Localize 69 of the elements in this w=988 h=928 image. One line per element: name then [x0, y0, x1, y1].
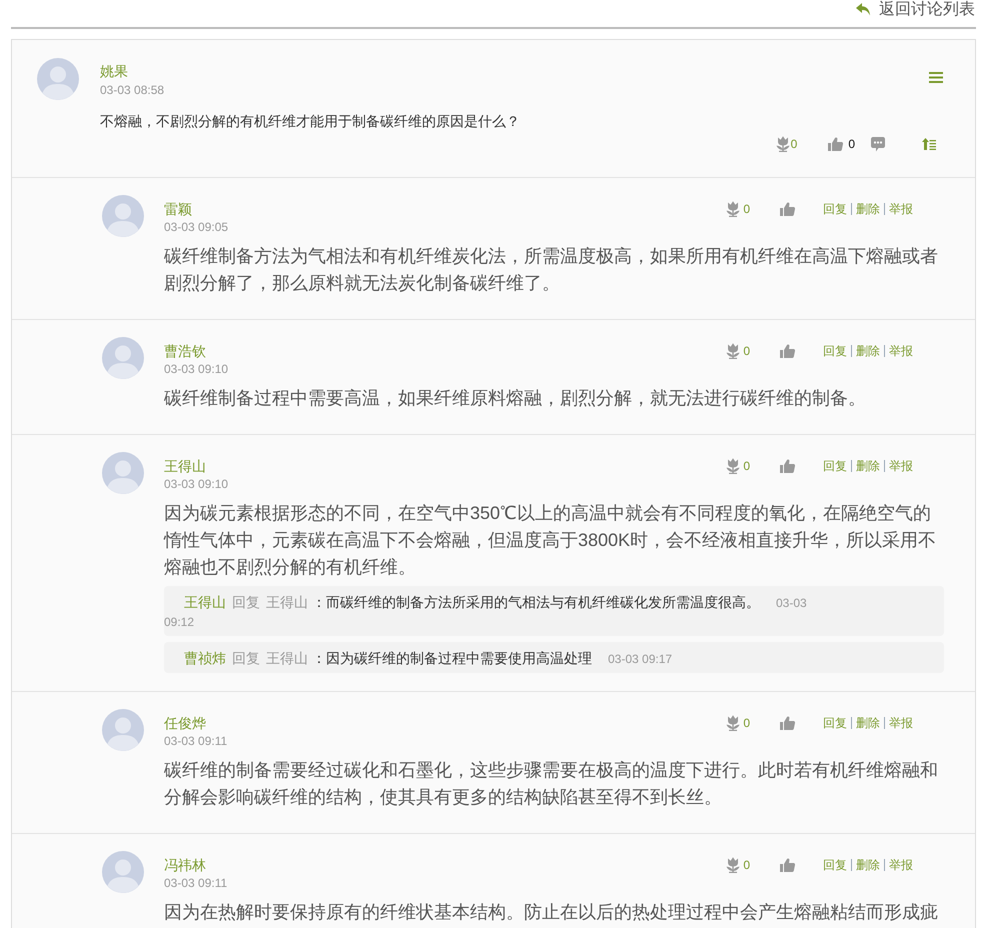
author-name[interactable]: 王得山 [184, 594, 226, 610]
report-link[interactable]: 举报 [889, 458, 913, 474]
menu-icon[interactable] [929, 72, 943, 83]
delete-link[interactable]: 删除 [856, 201, 880, 217]
author-name[interactable]: 王得山 [164, 457, 206, 475]
reply-link[interactable]: 回复 [823, 857, 847, 873]
author-name[interactable]: 曹祯炜 [184, 650, 226, 666]
thumbs-up-icon[interactable] [828, 137, 844, 151]
flower-count: 0 [743, 458, 750, 474]
post-time: 03-03 08:58 [100, 82, 164, 99]
report-link[interactable]: 举报 [889, 343, 913, 359]
flower-count: 0 [743, 857, 750, 873]
back-to-list-link[interactable]: 返回讨论列表 [856, 0, 976, 20]
author-name[interactable]: 姚果 [100, 61, 128, 81]
reply-link[interactable]: 回复 [823, 715, 847, 731]
flower-icon[interactable] [726, 458, 740, 474]
reply-text: 碳纤维制备过程中需要高温，如果纤维原料熔融，剧烈分解，就无法进行碳纤维的制备。 [164, 387, 867, 410]
reply-link[interactable]: 回复 [823, 343, 847, 359]
author-name[interactable]: 任俊烨 [164, 714, 206, 732]
comment-icon[interactable] [871, 136, 885, 152]
avatar-icon [37, 58, 79, 100]
sub-reply-text: 曹祯炜 回复 王得山 ：因为碳纤维的制备过程中需要使用高温处理 03-03 09:17 [183, 649, 674, 668]
delete-link[interactable]: 删除 [856, 343, 880, 359]
avatar-icon [102, 452, 144, 494]
flower-count: 0 [743, 201, 750, 217]
reply-text: 因为在热解时要保持原有的纤维状基本结构。防止在以后的热处理过程中会产生熔融粘结而形成疵 [164, 901, 939, 924]
avatar-icon [102, 195, 144, 237]
reply-text: 因为碳元素根据形态的不同，在空气中350℃以上的高温中就会有不同程度的氧化，在隔绝空气的惰性气体中，元素碳在高温下不会熔融，但温度高于3800K时，会不经液相直接升华，所以采用不熔融也不剧烈分解的有机纤维。 [164, 502, 938, 579]
post-time: 03-03 09:10 [164, 361, 228, 378]
question-text: 不熔融，不剧烈分解的有机纤维才能用于制备碳纤维的原因是什么？ [100, 112, 521, 131]
reply-link[interactable]: 回复 [823, 458, 847, 474]
post-time: 03-03 09:11 [164, 733, 228, 750]
flower-icon[interactable] [776, 136, 790, 152]
flower-icon[interactable] [726, 343, 740, 359]
back-arrow-icon [856, 2, 870, 16]
reply-text: 碳纤维制备方法为气相法和有机纤维炭化法，所需温度极高，如果所用有机纤维在高温下熔融或者剧烈分解了，那么原料就无法炭化制备碳纤维了。 [164, 245, 939, 295]
flower-count: 0 [790, 136, 798, 152]
sort-icon[interactable] [922, 138, 936, 150]
delete-link[interactable]: 删除 [856, 715, 880, 731]
report-link[interactable]: 举报 [889, 201, 913, 217]
author-name[interactable]: 冯祎林 [164, 856, 206, 874]
target-name[interactable]: 王得山 [266, 650, 308, 666]
post-time: 03-03 09:05 [164, 219, 228, 236]
delete-link[interactable]: 删除 [856, 857, 880, 873]
report-link[interactable]: 举报 [889, 715, 913, 731]
report-link[interactable]: 举报 [889, 857, 913, 873]
flower-count: 0 [743, 343, 750, 359]
flower-icon[interactable] [726, 715, 740, 731]
reply-link[interactable]: 回复 [823, 201, 847, 217]
avatar-icon [102, 709, 144, 751]
thumbs-up-icon[interactable] [780, 858, 795, 872]
post-time: 03-03 09:10 [164, 476, 228, 493]
like-count: 0 [848, 136, 855, 152]
reply-text: 碳纤维的制备需要经过碳化和石墨化，这些步骤需要在极高的温度下进行。此时若有机纤维熔融和分解会影响碳纤维的结构，使其具有更多的结构缺陷甚至得不到长丝。 [164, 759, 939, 809]
author-name[interactable]: 雷颖 [164, 200, 192, 218]
thumbs-up-icon[interactable] [780, 202, 795, 216]
sub-reply-text: 王得山 回复 王得山 ：而碳纤维的制备方法所采用的气相法与有机纤维碳化发所需温度很高。 03-03 09:12 [164, 593, 808, 631]
thumbs-up-icon[interactable] [780, 344, 795, 358]
post-time: 03-03 09:11 [164, 875, 228, 892]
avatar-icon [102, 337, 144, 379]
flower-icon[interactable] [726, 201, 740, 217]
author-name[interactable]: 曹浩钦 [164, 342, 206, 360]
thumbs-up-icon[interactable] [780, 459, 795, 473]
delete-link[interactable]: 删除 [856, 458, 880, 474]
flower-icon[interactable] [726, 857, 740, 873]
thumbs-up-icon[interactable] [780, 716, 795, 730]
flower-count: 0 [743, 715, 750, 731]
avatar-icon [102, 851, 144, 893]
target-name[interactable]: 王得山 [266, 594, 308, 610]
